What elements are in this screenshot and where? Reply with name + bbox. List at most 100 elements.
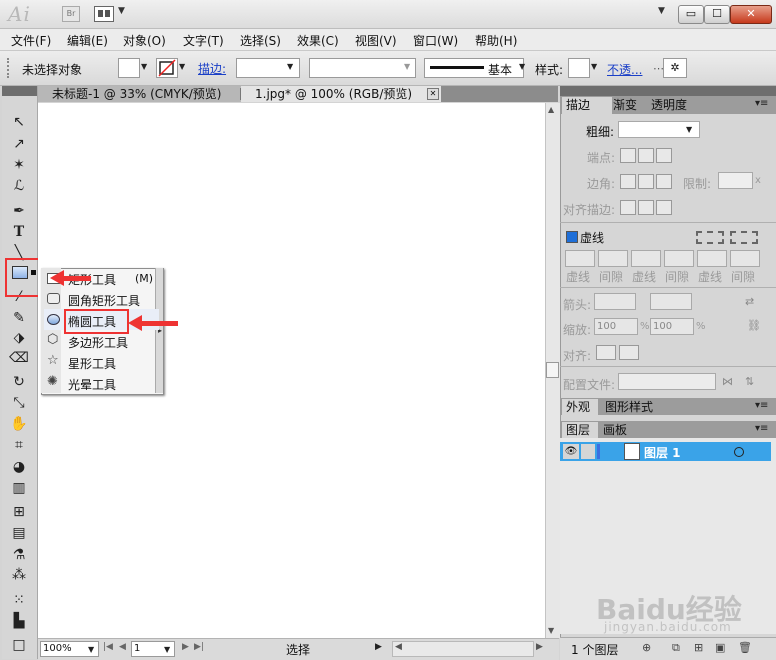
scroll-left-icon[interactable]: ◀	[395, 642, 402, 652]
eyedropper-tool-icon[interactable]: ⚗	[9, 546, 29, 564]
type-tool-icon[interactable]: T	[9, 223, 29, 241]
layer-name[interactable]: 图层 1	[644, 444, 681, 461]
menu-edit[interactable]: 编辑(E)	[67, 32, 108, 49]
projecting-cap-icon[interactable]	[656, 148, 672, 163]
flyout-item-star[interactable]: 星形工具	[68, 355, 116, 372]
chevron-down-icon[interactable]: ▼	[404, 62, 410, 71]
style-swatch[interactable]	[568, 58, 590, 78]
rotate-tool-icon[interactable]: ↻	[9, 373, 29, 391]
menu-help[interactable]: 帮助(H)	[475, 32, 517, 49]
window-minimize-button[interactable]: ▭	[678, 5, 704, 24]
start-arrowhead-select[interactable]	[594, 293, 636, 310]
tab-graphic-styles[interactable]: 图形样式	[605, 399, 653, 416]
selection-tool-icon[interactable]: ↖	[9, 113, 29, 131]
dash-field-2[interactable]	[631, 250, 661, 267]
round-join-icon[interactable]	[638, 174, 654, 189]
stroke-swatch[interactable]	[156, 58, 178, 78]
menu-effect[interactable]: 效果(C)	[297, 32, 339, 49]
free-transform-tool-icon[interactable]: ⌗	[9, 436, 29, 454]
bridge-button[interactable]: Br	[62, 6, 80, 22]
align-inside-icon[interactable]	[638, 200, 654, 215]
menu-view[interactable]: 视图(V)	[355, 32, 397, 49]
new-layer-icon[interactable]: ▣	[715, 641, 725, 654]
menu-select[interactable]: 选择(S)	[240, 32, 281, 49]
clipping-mask-icon[interactable]: ⧉	[672, 641, 680, 655]
arrange-documents-icon[interactable]	[94, 6, 114, 22]
eye-icon[interactable]: 👁	[563, 444, 579, 459]
menu-window[interactable]: 窗口(W)	[413, 32, 458, 49]
workspace-chevron-icon[interactable]: ▼	[658, 6, 665, 16]
chevron-down-icon[interactable]: ▼	[141, 62, 147, 71]
panel-dock-header[interactable]	[560, 86, 776, 96]
flip-across-icon[interactable]: ⇅	[745, 375, 754, 388]
link-icon[interactable]: ⛓	[747, 319, 761, 332]
swap-arrowheads-icon[interactable]: ⇄	[745, 295, 754, 308]
delete-layer-icon[interactable]: 🗑	[738, 641, 752, 654]
lock-toggle[interactable]	[581, 444, 595, 459]
flip-along-icon[interactable]: ⋈	[722, 375, 733, 388]
gap-field-2[interactable]	[664, 250, 694, 267]
chevron-down-icon[interactable]: ▼	[164, 645, 170, 654]
tab-artboards[interactable]: 画板	[603, 422, 627, 439]
pencil-tool-icon[interactable]: ✎	[9, 309, 29, 327]
eraser-tool-icon[interactable]: ⌫	[9, 349, 29, 367]
blend-tool-icon[interactable]: ⁂	[9, 566, 29, 584]
menu-type[interactable]: 文字(T)	[183, 32, 224, 49]
flyout-item-polygon[interactable]: 多边形工具	[68, 334, 128, 351]
magic-wand-tool-icon[interactable]: ✶	[9, 156, 29, 174]
window-close-button[interactable]: ✕	[730, 5, 772, 24]
miter-join-icon[interactable]	[620, 174, 636, 189]
tab-untitled-1[interactable]: 未标题-1 @ 33% (CMYK/预览)✕	[38, 86, 254, 102]
horizontal-scrollbar[interactable]	[392, 641, 534, 657]
mesh-tool-icon[interactable]: ⊞	[9, 503, 29, 521]
vertical-scroll-thumb[interactable]	[546, 362, 559, 378]
chevron-down-icon[interactable]: ▼	[287, 62, 293, 71]
symbol-sprayer-tool-icon[interactable]: ⁙	[9, 591, 29, 609]
prev-page-icon[interactable]: ◀	[119, 642, 126, 652]
limit-field[interactable]	[718, 172, 753, 189]
lasso-tool-icon[interactable]: ℒ	[9, 177, 29, 195]
column-graph-tool-icon[interactable]: ▙	[9, 612, 29, 630]
tab-appearance[interactable]: 外观	[562, 399, 598, 416]
scroll-up-icon[interactable]: ▲	[548, 105, 554, 114]
graph-tool-icon[interactable]: ▥	[9, 479, 29, 497]
profile-select[interactable]	[618, 373, 716, 390]
flyout-item-rounded-rectangle[interactable]: 圆角矩形工具	[68, 292, 140, 309]
stroke-link[interactable]: 描边:	[198, 60, 226, 77]
menu-file[interactable]: 文件(F)	[11, 32, 51, 49]
end-arrowhead-select[interactable]	[650, 293, 692, 310]
menu-object[interactable]: 对象(O)	[123, 32, 166, 49]
close-icon[interactable]: ✕	[427, 88, 439, 100]
tab-1-jpg[interactable]: 1.jpg* @ 100% (RGB/预览) ✕	[241, 86, 441, 102]
tab-layers[interactable]: 图层	[562, 422, 598, 439]
chevron-down-icon[interactable]: ▼	[591, 62, 597, 71]
last-page-icon[interactable]: ▶|	[194, 642, 204, 652]
align-center-icon[interactable]	[620, 200, 636, 215]
warp-tool-icon[interactable]: ✋	[9, 415, 29, 433]
variable-width-select[interactable]	[309, 58, 416, 78]
butt-cap-icon[interactable]	[620, 148, 636, 163]
scroll-down-icon[interactable]: ▼	[548, 626, 554, 635]
shape-builder-tool-icon[interactable]: ◕	[9, 458, 29, 476]
tab-transparency[interactable]: 透明度	[651, 97, 687, 114]
arrow-tip-at-end-icon[interactable]	[619, 345, 639, 360]
round-cap-icon[interactable]	[638, 148, 654, 163]
panel-menu-icon[interactable]: ▾≡	[755, 423, 768, 434]
tab-stroke[interactable]: 描边	[562, 97, 612, 114]
first-page-icon[interactable]: |◀	[103, 642, 113, 652]
opacity-link[interactable]: 不透...	[607, 61, 642, 78]
layer-expand-toggle[interactable]	[606, 442, 620, 461]
blob-brush-tool-icon[interactable]: ⬗	[9, 329, 29, 347]
end-scale-field[interactable]: 100	[650, 318, 694, 335]
flyout-item-flare[interactable]: 光晕工具	[68, 376, 116, 393]
new-sublayer-icon[interactable]: ⊞	[694, 641, 703, 654]
dash-field-1[interactable]	[565, 250, 595, 267]
status-menu-icon[interactable]: ▶	[375, 642, 382, 652]
chevron-down-icon[interactable]: ▼	[686, 125, 692, 134]
start-scale-field[interactable]: 100	[594, 318, 638, 335]
chevron-down-icon[interactable]: ▼	[519, 62, 525, 71]
gradient-tool-icon[interactable]: ▤	[9, 524, 29, 542]
direct-selection-tool-icon[interactable]: ↗	[9, 135, 29, 153]
dashed-checkbox[interactable]	[566, 231, 578, 243]
target-icon[interactable]	[734, 447, 744, 457]
